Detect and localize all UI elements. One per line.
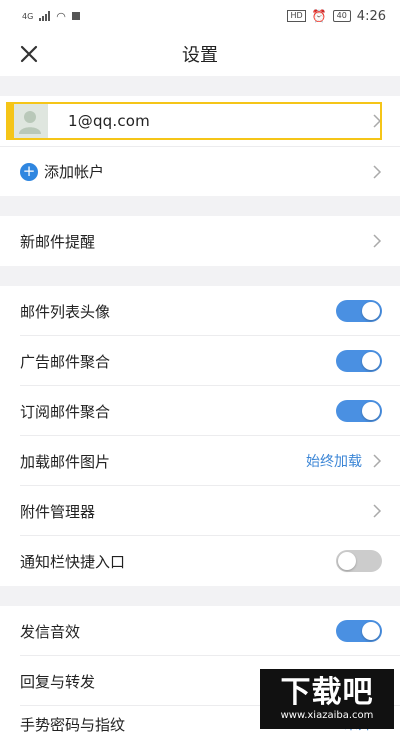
list-avatar-row[interactable]: 邮件列表头像 xyxy=(0,286,400,336)
new-mail-reminder-row[interactable]: 新邮件提醒 xyxy=(0,216,400,266)
subscription-mail-row[interactable]: 订阅邮件聚合 xyxy=(0,386,400,436)
watermark-brand: 下载吧 xyxy=(280,675,374,710)
close-icon xyxy=(20,45,38,63)
chevron-right-icon xyxy=(373,114,382,128)
chevron-right-icon xyxy=(373,454,382,468)
load-images-label: 加载邮件图片 xyxy=(20,452,111,471)
plus-icon: + xyxy=(20,162,38,181)
section-gap xyxy=(0,76,400,96)
status-bar: 4G ◠ HD ⏰ 40 4:26 xyxy=(0,0,400,32)
avatar xyxy=(12,103,48,139)
section-gap xyxy=(0,266,400,286)
list-avatar-toggle[interactable] xyxy=(336,300,382,322)
network-label: 4G xyxy=(22,11,34,21)
send-sound-toggle[interactable] xyxy=(336,620,382,642)
section-gap xyxy=(0,586,400,606)
page-title: 设置 xyxy=(182,45,218,66)
watermark: 下载吧 www.xiazaiba.com xyxy=(260,669,394,729)
hd-badge: HD xyxy=(287,10,306,22)
ad-mail-row[interactable]: 广告邮件聚合 xyxy=(0,336,400,386)
title-bar: 设置 xyxy=(0,32,400,76)
subscription-mail-label: 订阅邮件聚合 xyxy=(20,402,111,421)
signal-icon xyxy=(39,11,51,21)
chevron-right-icon xyxy=(373,164,382,179)
account-email: 1@qq.com xyxy=(68,112,150,130)
notification-shortcut-toggle[interactable] xyxy=(336,550,382,572)
subscription-mail-toggle[interactable] xyxy=(336,400,382,422)
notification-shortcut-row[interactable]: 通知栏快捷入口 xyxy=(0,536,400,586)
attachment-manager-label: 附件管理器 xyxy=(20,502,96,521)
new-mail-reminder-label: 新邮件提醒 xyxy=(20,232,96,251)
send-sound-row[interactable]: 发信音效 xyxy=(0,606,400,656)
load-images-value: 始终加载 xyxy=(306,454,362,470)
load-images-row[interactable]: 加载邮件图片 始终加载 xyxy=(0,436,400,486)
attachment-manager-row[interactable]: 附件管理器 xyxy=(0,486,400,536)
section-gap xyxy=(0,196,400,216)
ad-mail-toggle[interactable] xyxy=(336,350,382,372)
watermark-url: www.xiazaiba.com xyxy=(280,710,374,721)
send-sound-label: 发信音效 xyxy=(20,622,81,641)
add-account-label: 添加帐户 xyxy=(44,163,105,181)
ad-mail-label: 广告邮件聚合 xyxy=(20,352,111,371)
clock: 4:26 xyxy=(356,8,386,24)
account-row[interactable]: 1@qq.com xyxy=(0,96,400,146)
close-button[interactable] xyxy=(16,41,42,67)
wifi-icon: ◠ xyxy=(56,9,66,23)
add-account-row[interactable]: + 添加帐户 xyxy=(0,146,400,196)
person-icon xyxy=(19,111,41,134)
battery-icon: 40 xyxy=(332,10,351,22)
notification-shortcut-label: 通知栏快捷入口 xyxy=(20,552,126,571)
chevron-right-icon xyxy=(373,234,382,248)
notification-icon xyxy=(71,12,80,20)
alarm-icon: ⏰ xyxy=(311,9,327,23)
list-avatar-label: 邮件列表头像 xyxy=(20,302,111,321)
chevron-right-icon xyxy=(373,504,382,518)
